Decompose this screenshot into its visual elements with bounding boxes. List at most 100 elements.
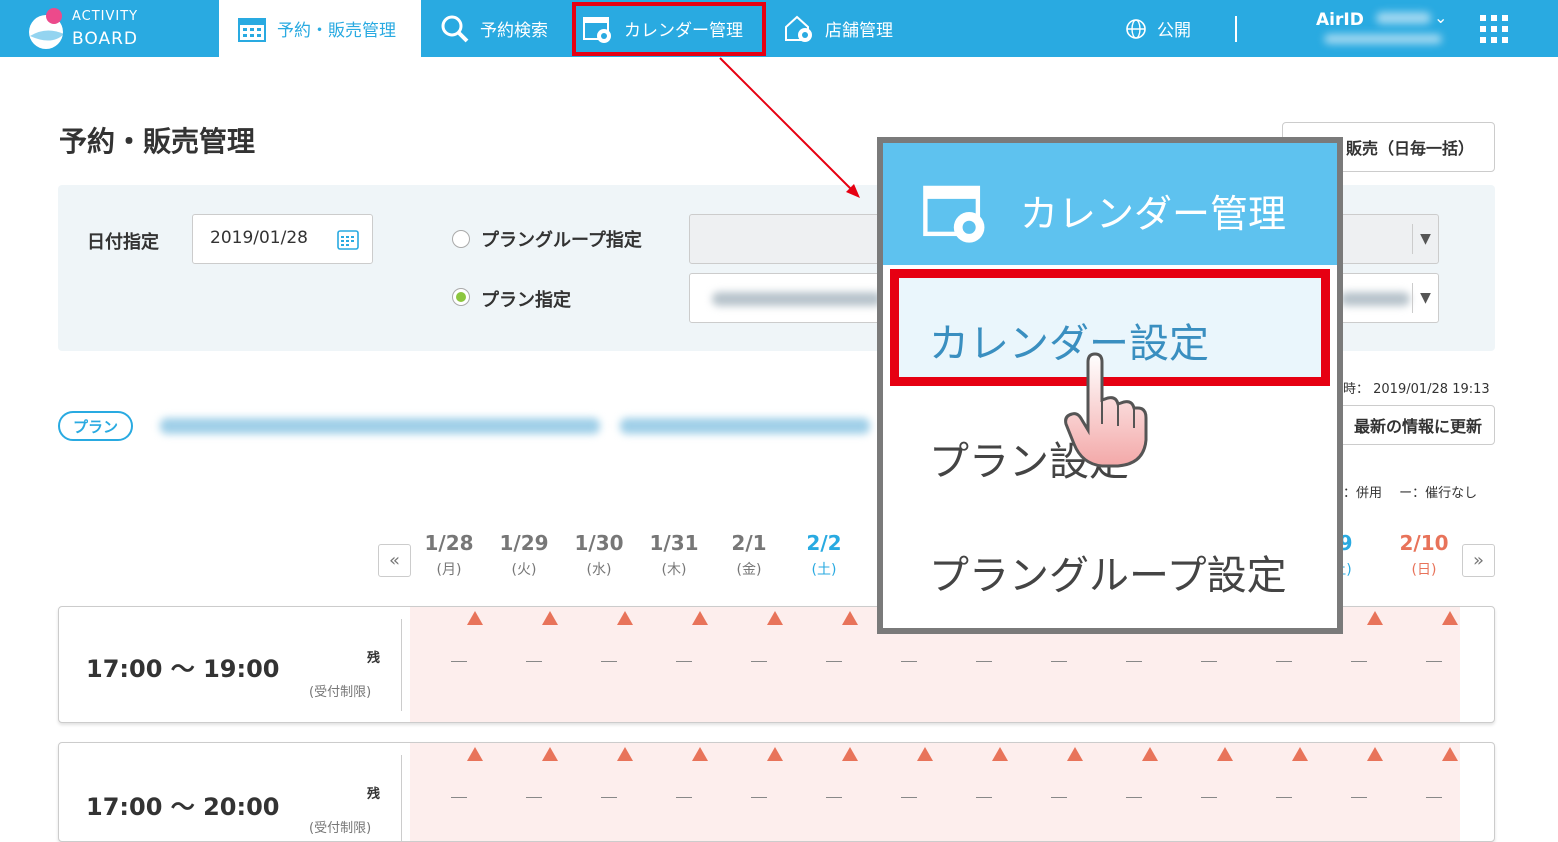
slot-cell-dash[interactable] [826,797,842,798]
row-divider [401,619,402,711]
slot-cell-dash[interactable] [751,661,767,662]
public-label: 公開 [1157,21,1191,41]
slot-cell-dash[interactable] [1426,661,1442,662]
prev-week-button[interactable]: « [378,544,411,577]
nav-store-management[interactable]: 店舗管理 [783,0,893,57]
nav-store-management-label: 店舗管理 [825,21,893,41]
store-gear-icon [785,15,812,42]
slot-cell-dash[interactable] [1276,797,1292,798]
slot-cell-dash[interactable] [1276,661,1292,662]
warning-icon [1442,747,1458,761]
restriction-label: (受付制限) [309,685,372,700]
plan-title-blurred [160,418,600,434]
account-id-blurred [1376,12,1431,24]
last-updated-text: 時： 2019/01/28 19:13 [1343,382,1490,397]
slot-cell-dash[interactable] [1351,661,1367,662]
warning-icon [767,611,783,625]
chevron-down-icon: ⌄ [1434,8,1448,27]
slot-cell-dash[interactable] [1126,661,1142,662]
warning-icon [1142,747,1158,761]
slot-cell-dash[interactable] [676,661,692,662]
slot-cell-dash[interactable] [601,661,617,662]
hand-cursor-icon [1064,352,1148,468]
calendar-picker-icon[interactable] [336,227,360,251]
logo-text-activity: ACTIVITY [72,9,139,24]
plan-badge: プラン [58,411,133,441]
slot-cell-dash[interactable] [451,797,467,798]
airid-account-menu[interactable]: AirID ⌄ [1316,8,1456,52]
warning-icon [1367,747,1383,761]
slot-cell-dash[interactable] [1426,797,1442,798]
warning-icon [617,747,633,761]
warning-icon [1067,747,1083,761]
slot-cell-dash[interactable] [451,661,467,662]
slot-cell-dash[interactable] [1126,797,1142,798]
restriction-label: (受付制限) [309,821,372,836]
warning-icon [992,747,1008,761]
nav-reservation-sales[interactable]: 予約・販売管理 [219,0,421,57]
warning-icon [1292,747,1308,761]
warning-icon [842,611,858,625]
activity-board-logo[interactable]: ACTIVITY BOARD [0,0,219,57]
slot-cell-dash[interactable] [1351,797,1367,798]
slot-cell-dash[interactable] [751,797,767,798]
plan-subtitle-blurred [620,418,870,434]
slot-cell-dash[interactable] [676,797,692,798]
day-weekday: (金) [736,562,762,578]
day-header[interactable]: 1/30 (水) [564,531,634,579]
day-date: 1/31 [649,531,699,555]
date-label: 日付指定 [87,232,159,253]
day-date: 2/2 [806,531,842,555]
refresh-button[interactable]: 最新の情報に更新 [1318,405,1495,445]
slot-cell-dash[interactable] [826,661,842,662]
slot-cell-dash[interactable] [601,797,617,798]
remaining-label: 残 [367,651,381,666]
calendar-gear-icon [923,185,985,243]
airid-label: AirID [1316,10,1364,30]
warning-icon [842,747,858,761]
menu-item-plan-group-settings[interactable]: プラングループ設定 [929,543,1287,601]
slot-cell-dash[interactable] [1201,661,1217,662]
slot-cell-dash[interactable] [1051,797,1067,798]
next-week-button[interactable]: » [1462,544,1495,577]
day-header[interactable]: 1/28 (月) [414,531,484,579]
calendar-icon [238,17,266,42]
dropdown-arrow-icon: ▼ [1412,283,1438,313]
slot-cell-dash[interactable] [1051,661,1067,662]
day-header[interactable]: 1/29 (火) [489,531,559,579]
slot-cell-dash[interactable] [526,661,542,662]
date-value: 2019/01/28 [210,228,308,248]
slot-cell-dash[interactable] [901,661,917,662]
day-header[interactable]: 2/1 (金) [714,531,784,579]
slot-time: 17:00 ～ 19:00 [86,655,280,683]
day-weekday: (火) [511,562,537,578]
calendar-management-highlight [572,2,766,56]
warning-icon [1442,611,1458,625]
slot-cell-dash[interactable] [901,797,917,798]
nav-reservation-sales-label: 予約・販売管理 [277,21,396,41]
time-slot-row: 17:00 ～ 20:00 残 (受付制限) [58,742,1495,842]
slot-cell-dash[interactable] [976,661,992,662]
nav-reservation-search[interactable]: 予約検索 [440,0,548,57]
day-header-sunday[interactable]: 2/10 (日) [1389,531,1459,579]
warning-icon [542,747,558,761]
day-date: 1/29 [499,531,549,555]
warning-icon [692,747,708,761]
day-date: 1/30 [574,531,624,555]
public-link[interactable]: 公開 [1125,0,1191,57]
day-date: 2/1 [731,531,767,555]
day-header-saturday[interactable]: 2/2 (土) [789,531,859,579]
logo-text-board: BOARD [72,29,138,49]
slot-cell-dash[interactable] [1201,797,1217,798]
slot-cell-dash[interactable] [976,797,992,798]
plan-group-radio[interactable] [452,230,470,248]
plan-radio[interactable] [452,288,470,306]
day-header[interactable]: 1/31 (木) [639,531,709,579]
date-input[interactable]: 2019/01/28 [192,214,373,264]
header-divider [1235,16,1237,42]
top-navigation-bar: ACTIVITY BOARD 予約・販売管理 予約検索 カレンダー管理 店舗管理… [0,0,1558,57]
plan-label: プラン指定 [481,290,571,311]
slot-cell-dash[interactable] [526,797,542,798]
app-grid-icon[interactable] [1480,15,1508,43]
day-weekday: (土) [811,562,837,578]
